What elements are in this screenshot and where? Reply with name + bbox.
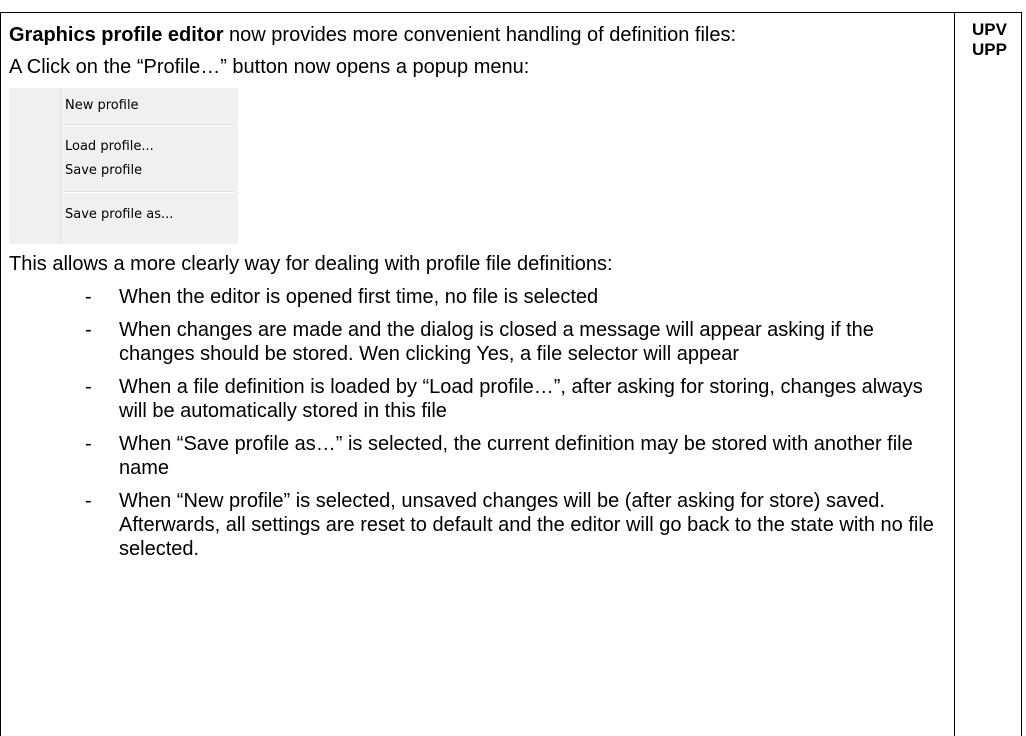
product-column: UPV UPP (972, 20, 1020, 60)
list-item: - When “New profile” is selected, unsaved… (9, 489, 944, 561)
menu-item-save-profile[interactable]: Save profile (65, 162, 142, 180)
dash-bullet: - (85, 319, 92, 341)
product-label-upv: UPV (972, 20, 1007, 39)
list-item: - When changes are made and the dialog is… (9, 318, 944, 366)
dash-bullet: - (85, 376, 92, 398)
menu-separator (64, 191, 234, 193)
product-label-upp: UPP (972, 40, 1007, 59)
intro-paragraph: Graphics profile editor now provides mor… (9, 23, 944, 47)
menu-item-load-profile[interactable]: Load profile... (65, 138, 154, 156)
lead-paragraph: This allows a more clearly way for deali… (9, 253, 613, 275)
list-item: - When “Save profile as…” is selected, th… (9, 432, 944, 480)
menu-icon-gutter (9, 88, 61, 244)
popup-description: A Click on the “Profile…” button now ope… (9, 56, 530, 78)
list-item: - When a file definition is loaded by “Lo… (9, 375, 944, 423)
menu-separator (64, 124, 234, 126)
description-column: Graphics profile editor now provides mor… (9, 23, 944, 570)
intro-text: now provides more convenient handling of… (223, 24, 737, 46)
menu-item-new-profile[interactable]: New profile (65, 97, 139, 115)
feature-name: Graphics profile editor (9, 24, 224, 46)
column-divider (954, 12, 955, 736)
list-item-text: When “New profile” is selected, unsaved … (119, 490, 934, 560)
dash-bullet: - (85, 286, 92, 308)
behaviour-list: - When the editor is opened first time, n… (9, 285, 944, 561)
dash-bullet: - (85, 433, 92, 455)
dash-bullet: - (85, 490, 92, 512)
list-item-text: When a file definition is loaded by “Loa… (119, 376, 923, 422)
list-item: - When the editor is opened first time, n… (9, 285, 944, 309)
list-item-text: When changes are made and the dialog is … (119, 319, 874, 365)
menu-item-save-profile-as[interactable]: Save profile as... (65, 206, 173, 224)
list-item-text: When the editor is opened first time, no… (119, 286, 599, 308)
list-item-text: When “Save profile as…” is selected, the… (119, 433, 913, 479)
profile-popup-menu: New profile Load profile... Save profile… (9, 88, 238, 244)
